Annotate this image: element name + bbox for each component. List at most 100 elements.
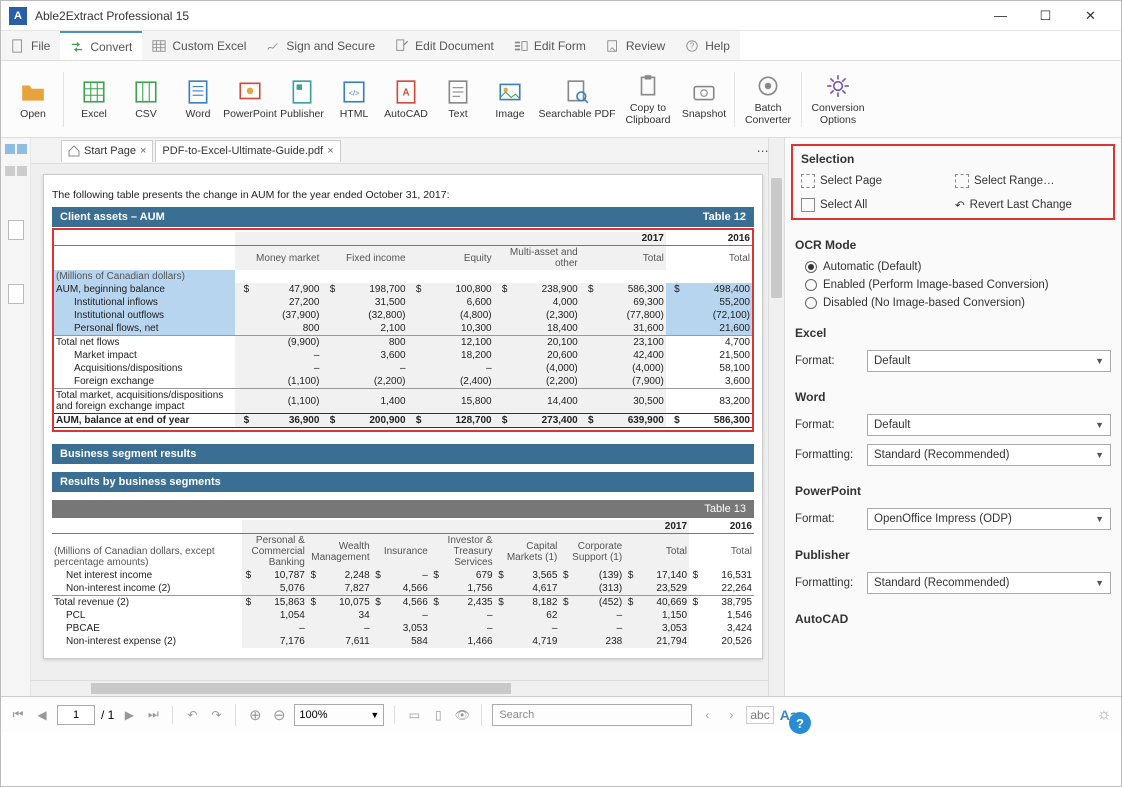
ocr-auto-radio[interactable]: Automatic (Default) (795, 258, 1111, 276)
ribbon-batch[interactable]: Batch Converter (739, 64, 797, 134)
menu-edit-document[interactable]: Edit Document (385, 31, 504, 60)
ribbon-csv[interactable]: CSV (120, 64, 172, 134)
app-logo: A (9, 7, 27, 25)
last-page-button[interactable]: ⏭ (144, 706, 162, 724)
maximize-button[interactable]: ☐ (1023, 2, 1068, 30)
titlebar: A Able2Extract Professional 15 — ☐ ✕ (1, 1, 1121, 31)
minimize-button[interactable]: — (978, 2, 1023, 30)
theme-toggle-icon[interactable]: ☼ (1095, 706, 1113, 724)
fit-page-icon[interactable]: ▯ (429, 706, 447, 724)
ribbon-excel[interactable]: Excel (68, 64, 120, 134)
tab-document[interactable]: PDF-to-Excel-Ultimate-Guide.pdf× (155, 140, 340, 162)
excel-section: Excel Format: Default▼ (785, 314, 1121, 378)
horizontal-scrollbar[interactable] (31, 680, 768, 696)
chevron-down-icon: ▼ (1095, 450, 1104, 460)
rotate-left-button[interactable]: ↶ (183, 706, 201, 724)
intro-text: The following table presents the change … (52, 189, 754, 201)
help-bubble-icon[interactable]: ? (789, 712, 811, 734)
tab-start-page[interactable]: Start Page× (61, 140, 153, 162)
ribbon-copy-clipboard[interactable]: Copy to Clipboard (618, 64, 678, 134)
word-section: Word Format: Default▼ Formatting: Standa… (785, 378, 1121, 472)
ribbon-searchable-pdf[interactable]: Searchable PDF (536, 64, 618, 134)
range-icon (955, 174, 969, 188)
close-icon[interactable]: × (140, 145, 146, 157)
menu-help[interactable]: ?Help (675, 31, 740, 60)
ocr-enabled-radio[interactable]: Enabled (Perform Image-based Conversion) (795, 276, 1111, 294)
search-next-button[interactable]: › (722, 706, 740, 724)
pdf-page: The following table presents the change … (43, 174, 763, 659)
ribbon-word[interactable]: Word (172, 64, 224, 134)
menu-file[interactable]: File (1, 31, 60, 60)
menu-sign[interactable]: Sign and Secure (256, 31, 385, 60)
rotate-right-button[interactable]: ↷ (207, 706, 225, 724)
select-all-button[interactable]: Select All (801, 198, 951, 212)
svg-text:A: A (402, 87, 409, 98)
match-case-toggle[interactable]: abc (746, 706, 773, 724)
page-total: / 1 (101, 708, 114, 722)
ribbon-options[interactable]: Conversion Options (806, 64, 870, 134)
table12-header: Client assets – AUMTable 12 (52, 207, 754, 227)
chevron-down-icon: ▼ (1095, 356, 1104, 366)
page-thumb-icon[interactable] (8, 220, 24, 240)
next-page-button[interactable]: ▶ (120, 706, 138, 724)
selection-highlight: 20172016 Money market Fixed income Equit… (52, 228, 754, 432)
ppt-format-select[interactable]: OpenOffice Impress (ODP)▼ (867, 508, 1111, 530)
revert-button[interactable]: ↶Revert Last Change (955, 198, 1105, 212)
check-icon (801, 198, 815, 212)
chevron-down-icon: ▼ (1095, 514, 1104, 524)
prev-page-button[interactable]: ◀ (33, 706, 51, 724)
search-prev-button[interactable]: ‹ (698, 706, 716, 724)
chevron-down-icon: ▼ (1095, 420, 1104, 430)
window-title: Able2Extract Professional 15 (35, 9, 189, 23)
vertical-scrollbar[interactable] (768, 138, 784, 696)
select-range-button[interactable]: Select Range… (955, 174, 1105, 188)
menu-convert[interactable]: Convert (60, 31, 142, 60)
left-gutter (1, 138, 31, 696)
ocr-disabled-radio[interactable]: Disabled (No Image-based Conversion) (795, 294, 1111, 312)
ribbon-autocad[interactable]: AAutoCAD (380, 64, 432, 134)
document-area: Start Page× PDF-to-Excel-Ultimate-Guide.… (31, 138, 784, 696)
ribbon-snapshot[interactable]: Snapshot (678, 64, 730, 134)
svg-text:</>: </> (349, 88, 361, 97)
selection-box: Selection Select Page Select Range… Sele… (791, 144, 1115, 220)
page-icon (801, 174, 815, 188)
side-panel: Selection Select Page Select Range… Sele… (784, 138, 1121, 696)
menubar: File Convert Custom Excel Sign and Secur… (1, 31, 1121, 61)
search-input[interactable]: Search (492, 704, 692, 726)
thumbnail-icon[interactable] (17, 144, 27, 154)
table13-header: Table 13 (52, 500, 754, 518)
ribbon-powerpoint[interactable]: PowerPoint (224, 64, 276, 134)
view-icon[interactable]: 👁 (453, 706, 471, 724)
close-button[interactable]: ✕ (1068, 2, 1113, 30)
attachment-icon[interactable] (8, 284, 24, 304)
menu-edit-form[interactable]: Edit Form (504, 31, 596, 60)
ribbon-image[interactable]: Image (484, 64, 536, 134)
table12: 20172016 Money market Fixed income Equit… (54, 232, 752, 428)
fit-width-icon[interactable]: ▭ (405, 706, 423, 724)
ribbon-publisher[interactable]: Publisher (276, 64, 328, 134)
first-page-button[interactable]: ⏮ (9, 706, 27, 724)
svg-text:?: ? (690, 41, 695, 50)
zoom-select[interactable]: 100%▼ (294, 704, 384, 726)
thumbnail-icon[interactable] (5, 144, 15, 154)
segment-header-2: Results by business segments (52, 472, 754, 492)
ribbon-html[interactable]: </>HTML (328, 64, 380, 134)
zoom-in-button[interactable]: ⊕ (246, 706, 264, 724)
word-format-select[interactable]: Default▼ (867, 414, 1111, 436)
word-formatting-select[interactable]: Standard (Recommended)▼ (867, 444, 1111, 466)
home-icon (68, 145, 80, 157)
close-icon[interactable]: × (327, 145, 333, 157)
menu-custom-excel[interactable]: Custom Excel (142, 31, 256, 60)
excel-format-select[interactable]: Default▼ (867, 350, 1111, 372)
chevron-down-icon: ▼ (1095, 578, 1104, 588)
select-page-button[interactable]: Select Page (801, 174, 951, 188)
pub-formatting-select[interactable]: Standard (Recommended)▼ (867, 572, 1111, 594)
status-bar: ⏮ ◀ / 1 ▶ ⏭ ↶ ↷ ⊕ ⊖ 100%▼ ▭ ▯ 👁 Search ‹… (1, 696, 1121, 732)
document-tabs: Start Page× PDF-to-Excel-Ultimate-Guide.… (31, 138, 784, 164)
ribbon-open[interactable]: Open (7, 64, 59, 134)
ribbon-text[interactable]: Text (432, 64, 484, 134)
menu-review[interactable]: Review (596, 31, 675, 60)
page-input[interactable] (57, 705, 95, 725)
segment-header-1: Business segment results (52, 444, 754, 464)
zoom-out-button[interactable]: ⊖ (270, 706, 288, 724)
